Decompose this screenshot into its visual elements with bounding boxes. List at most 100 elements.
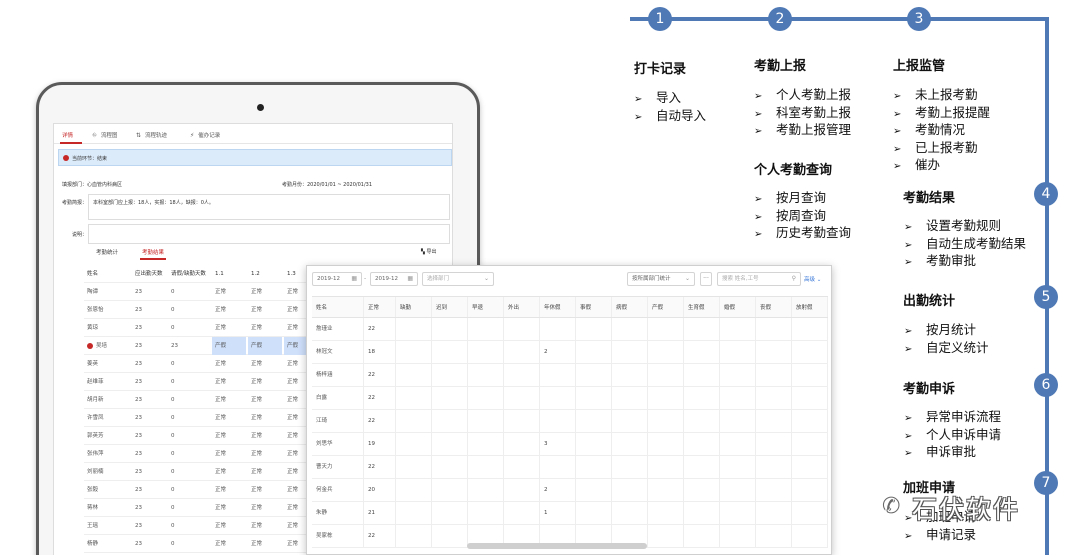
menu-item[interactable]: ➢ 申请记录 (904, 527, 976, 545)
stat-cell (576, 502, 612, 524)
table-cell: 正常 (251, 541, 263, 547)
menu-item[interactable]: ➢ 自动导入 (634, 108, 706, 126)
menu-item[interactable]: ➢ 历史考勤查询 (754, 225, 851, 243)
stat-row[interactable]: 林冠文 18 2 (312, 341, 828, 364)
stat-cell (468, 479, 504, 501)
list-appeal: ➢ 异常申诉流程 ➢ 个人申诉申请 ➢ 申诉审批 (904, 409, 1001, 462)
stat-row[interactable]: 曹天力 22 (312, 456, 828, 479)
export-button[interactable]: ▚ 导出 (421, 248, 436, 255)
section-title-result: 考勤结果 (903, 191, 956, 206)
menu-item[interactable]: ➢ 自动生成考勤结果 (904, 236, 1026, 254)
column-header[interactable]: 姓名 (84, 265, 98, 283)
column-header[interactable]: 丧假 (756, 297, 792, 317)
date-from-input[interactable]: 2019-12 ▦ (312, 272, 362, 286)
table-cell: 23 (135, 541, 142, 547)
column-header[interactable]: 事假 (576, 297, 612, 317)
search-input[interactable]: 搜索 姓名,工号 ⚲ (717, 272, 801, 286)
menu-item[interactable]: ➢ 催办 (893, 157, 990, 175)
menu-item[interactable]: ➢ 科室考勤上报 (754, 105, 851, 123)
column-header[interactable]: 正常 (364, 297, 396, 317)
menu-item[interactable]: ➢ 考勤情况 (893, 122, 990, 140)
stat-cell (720, 387, 756, 409)
menu-item-label: 设置考勤规则 (926, 218, 1002, 233)
column-header[interactable]: 年休假 (540, 297, 576, 317)
arrow-bullet-icon: ➢ (754, 229, 763, 240)
menu-item[interactable]: ➢ 导入 (634, 90, 706, 108)
column-header[interactable]: 1.3 (284, 265, 296, 283)
menu-item[interactable]: ➢ 考勤上报提醒 (893, 105, 990, 123)
tab-urge-record[interactable]: ⚡ 催办记录 (190, 131, 220, 139)
remark-field[interactable] (88, 224, 450, 244)
menu-item[interactable]: ➢ 已上报考勤 (893, 140, 990, 158)
column-header[interactable]: 生育假 (684, 297, 720, 317)
overview-box[interactable]: 本科室部门应上报：18人，实报：18人，缺报：0人。 (88, 194, 450, 220)
table-cell: 蒋林 (87, 505, 99, 511)
stat-mode-select[interactable]: 按所属部门统计 ⌄ (627, 272, 695, 286)
table-cell: 正常 (215, 325, 227, 331)
stat-cell (612, 502, 648, 524)
column-header[interactable]: 请假/缺勤天数 (168, 265, 206, 283)
menu-item-label: 考勤上报管理 (776, 122, 852, 137)
subtab-statistics[interactable]: 考勤统计 (96, 248, 118, 256)
stat-row[interactable]: 朱静 21 1 (312, 502, 828, 525)
dept-select[interactable]: 选择部门 ⌄ (422, 272, 494, 286)
stat-cell (504, 318, 540, 340)
column-header[interactable]: 迟到 (432, 297, 468, 317)
menu-item-label: 异常申诉流程 (926, 409, 1002, 424)
more-button[interactable]: ··· (700, 272, 712, 286)
tab-flow-trace[interactable]: ⇅ 流程轨迹 (136, 131, 167, 139)
arrow-bullet-icon: ➢ (634, 111, 643, 123)
column-header[interactable]: 放射假 (792, 297, 828, 317)
menu-item[interactable]: ➢ 异常申诉流程 (904, 409, 1001, 427)
stat-cell (396, 364, 432, 386)
stat-row[interactable]: 詹瑾业 22 (312, 318, 828, 341)
column-header[interactable]: 病假 (612, 297, 648, 317)
menu-item[interactable]: ➢ 考勤上报管理 (754, 122, 851, 140)
menu-item[interactable]: ➢ 自定义统计 (904, 340, 989, 358)
date-to-input[interactable]: 2019-12 ▦ (370, 272, 418, 286)
stat-row[interactable]: 江琦 22 (312, 410, 828, 433)
column-header[interactable]: 缺勤 (396, 297, 432, 317)
horizontal-scrollbar[interactable] (467, 543, 647, 549)
column-header[interactable]: 婚假 (720, 297, 756, 317)
chevron-down-icon: ⌄ (816, 277, 822, 283)
stat-row[interactable]: 何金兵 20 2 (312, 479, 828, 502)
menu-item[interactable]: ➢ 考勤审批 (904, 253, 1026, 271)
subtab-result[interactable]: 考勤结果 (142, 248, 164, 256)
step-badge-6: 6 (1034, 373, 1058, 397)
collage-canvas: 详情 ⛗ 流程图 ⇅ 流程轨迹 ⚡ 催办记录 当前环节：结束 填报部门：心血管内科病区… (0, 0, 1080, 555)
menu-item[interactable]: ➢ 按周查询 (754, 208, 851, 226)
column-header[interactable]: 外出 (504, 297, 540, 317)
menu-item[interactable]: ➢ 申诉审批 (904, 444, 1001, 462)
alert-dot-icon (87, 342, 93, 349)
menu-item[interactable]: ➢ 未上报考勤 (893, 87, 990, 105)
column-header[interactable]: 应出勤天数 (132, 265, 163, 283)
stat-row[interactable]: 杨梓涵 22 (312, 364, 828, 387)
menu-item[interactable]: ➢ 个人申诉申请 (904, 427, 1001, 445)
stat-cell: 江琦 (312, 410, 364, 432)
stat-cell (648, 525, 684, 547)
column-header[interactable]: 早退 (468, 297, 504, 317)
column-header[interactable]: 1.1 (212, 265, 224, 283)
stat-row[interactable]: 刘思华 19 3 (312, 433, 828, 456)
stat-cell: 吴家栋 (312, 525, 364, 547)
menu-item-label: 考勤情况 (915, 122, 966, 137)
tab-flowchart[interactable]: ⛗ 流程图 (92, 131, 117, 140)
menu-item[interactable]: ➢ 按月统计 (904, 322, 989, 340)
column-header[interactable]: 姓名 (312, 297, 364, 317)
menu-item[interactable]: ➢ 设置考勤规则 (904, 218, 1026, 236)
menu-item-label: 考勤审批 (926, 253, 977, 268)
calendar-icon: ▦ (407, 275, 413, 282)
advanced-filter-link[interactable]: 高级 ⌄ (804, 275, 821, 283)
stat-cell (756, 433, 792, 455)
menu-item[interactable]: ➢ 个人考勤上报 (754, 87, 851, 105)
table-cell: 正常 (251, 487, 263, 493)
stat-row[interactable]: 白露 22 (312, 387, 828, 410)
column-header[interactable]: 产假 (648, 297, 684, 317)
stat-cell (396, 387, 432, 409)
tab-detail[interactable]: 详情 (62, 131, 73, 139)
stat-cell: 林冠文 (312, 341, 364, 363)
column-header[interactable]: 1.2 (248, 265, 260, 283)
table-cell: 23 (135, 361, 142, 367)
menu-item[interactable]: ➢ 按月查询 (754, 190, 851, 208)
